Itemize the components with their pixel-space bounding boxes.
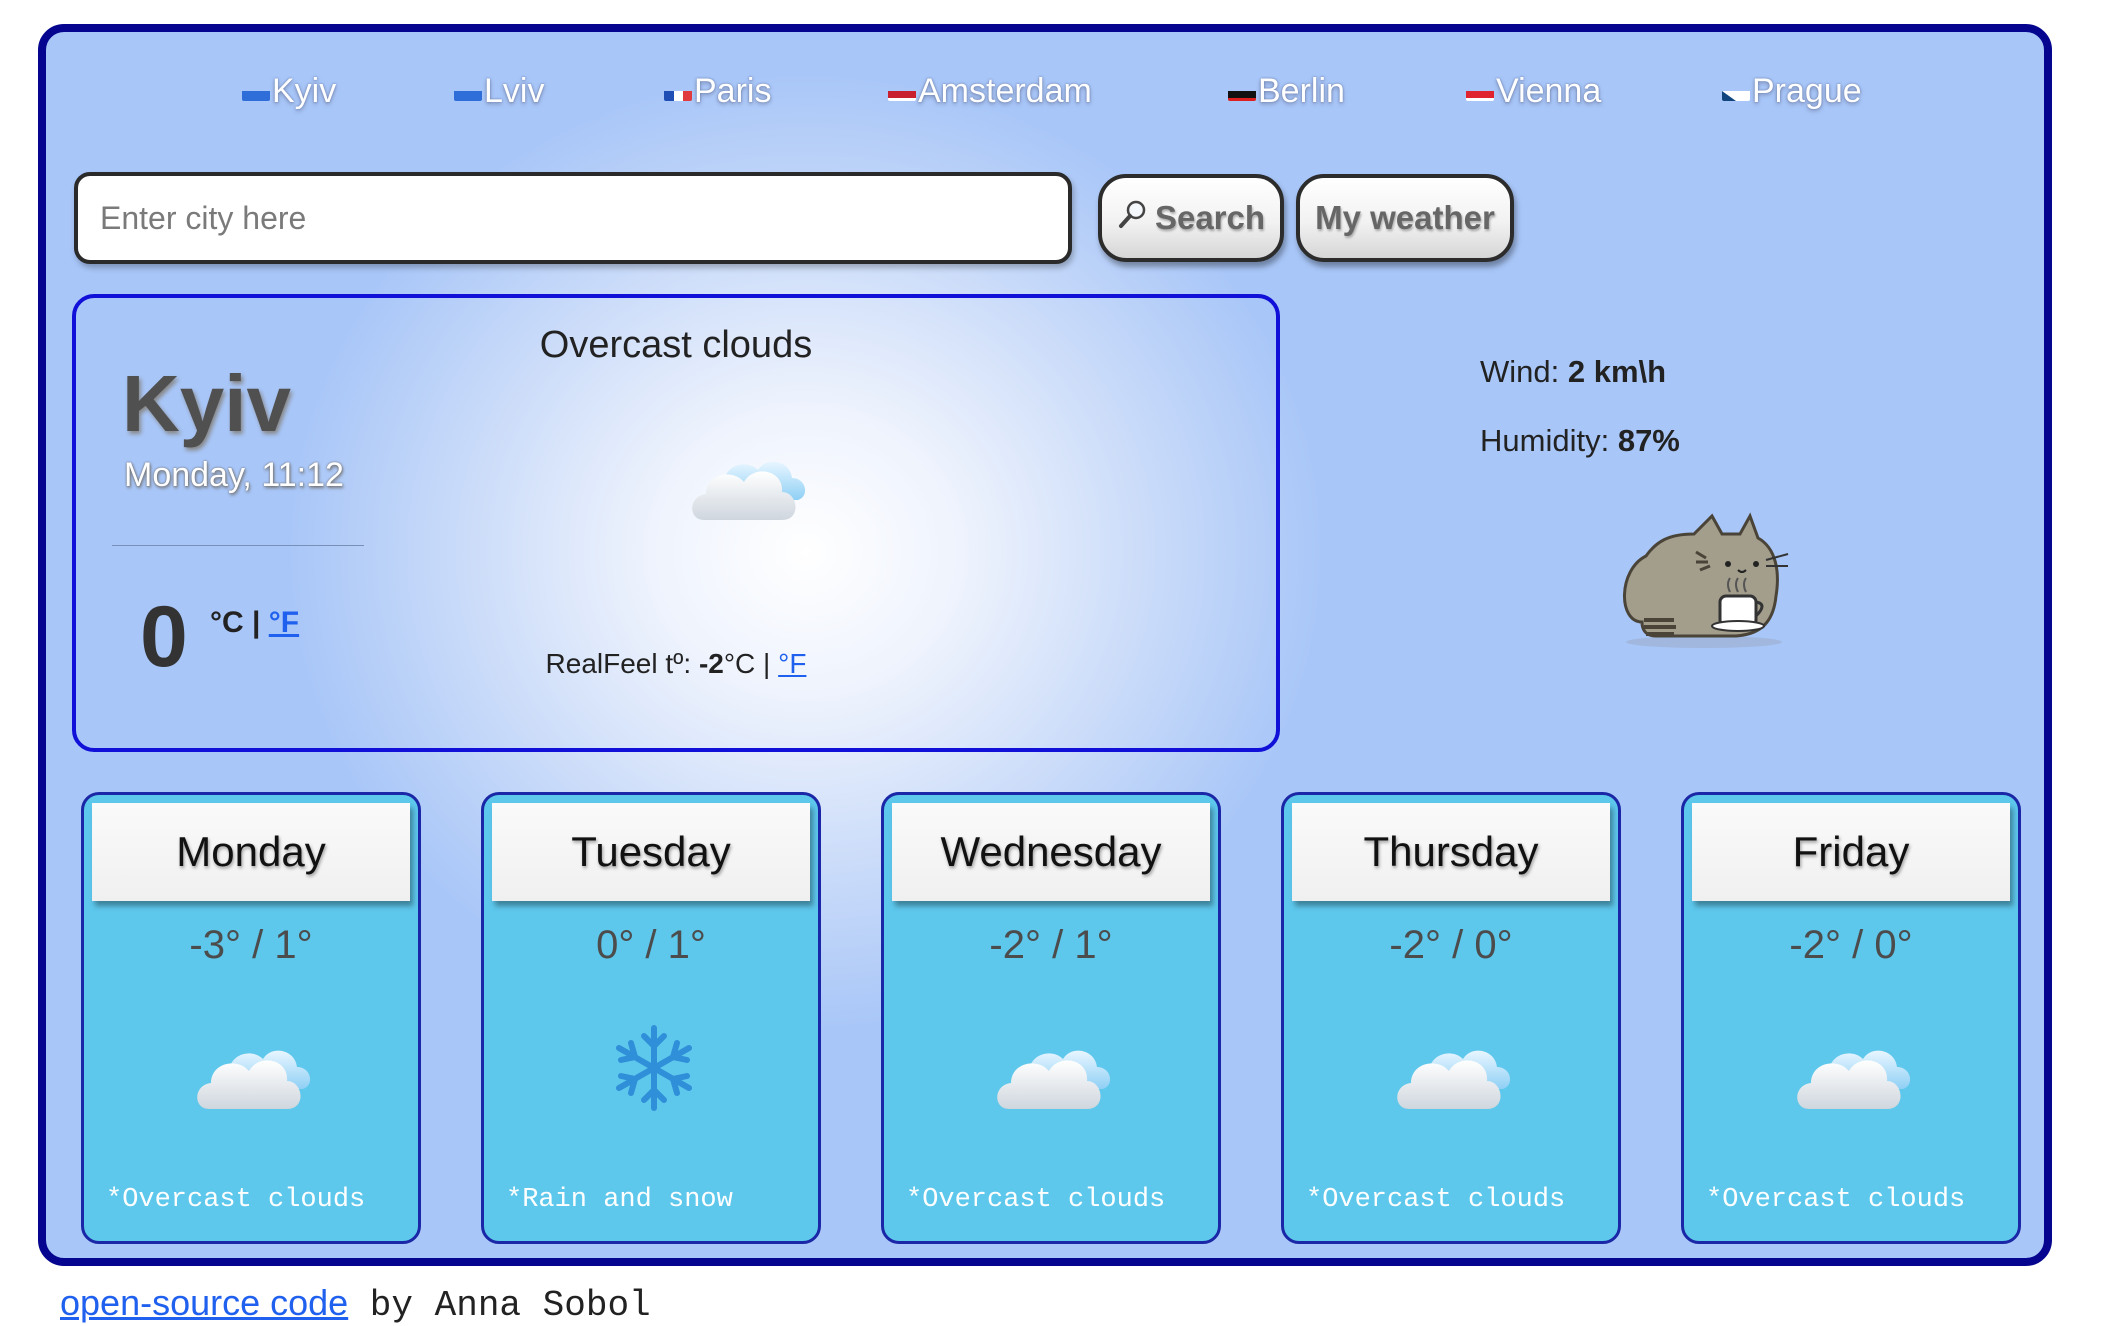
forecast-description: *Overcast clouds <box>1306 1185 1566 1215</box>
source-code-link[interactable]: open-source code <box>60 1282 348 1323</box>
forecast-temps: 0° / 1° <box>596 923 706 967</box>
forecast-day-name: Wednesday <box>892 803 1210 901</box>
search-button[interactable]: Search <box>1098 174 1284 262</box>
current-description: Overcast clouds <box>539 324 813 366</box>
realfeel-label: RealFeel tº: <box>545 648 692 679</box>
forecast-day-name: Monday <box>92 803 410 901</box>
city-search-input[interactable] <box>74 172 1072 264</box>
cloud-icon <box>989 1027 1119 1122</box>
cloud-icon <box>189 1027 319 1122</box>
forecast-card-friday: Friday -2° / 0° *Overcast clouds <box>1681 792 2021 1244</box>
forecast-card-thursday: Thursday -2° / 0° *Overcast clouds <box>1281 792 1621 1244</box>
wind-info: Wind: 2 km\h <box>1480 354 1667 389</box>
cloud-icon <box>684 438 814 533</box>
city-link-vienna[interactable]: Vienna <box>1466 72 1601 111</box>
unit-switcher: °C | °F <box>210 606 299 640</box>
snowflake-icon <box>609 1023 699 1118</box>
weather-app: Kyiv Lviv Paris Amsterdam Berlin Vienna … <box>38 24 2052 1266</box>
my-weather-button[interactable]: My weather <box>1296 174 1514 262</box>
unit-separator: | <box>252 606 261 639</box>
realfeel-fahrenheit-link[interactable]: °F <box>778 648 806 679</box>
realfeel: RealFeel tº: -2°C | °F <box>76 648 1276 680</box>
germany-flag-icon <box>1228 81 1256 101</box>
current-city-name: Kyiv <box>122 359 291 448</box>
forecast-temps: -3° / 1° <box>189 923 313 967</box>
humidity-info: Humidity: 87% <box>1480 423 1680 458</box>
czech-flag-icon <box>1722 81 1750 101</box>
city-link-berlin[interactable]: Berlin <box>1228 72 1345 111</box>
realfeel-value: -2 <box>698 648 724 679</box>
austria-flag-icon <box>1466 81 1494 101</box>
city-link-amsterdam[interactable]: Amsterdam <box>888 72 1092 111</box>
forecast-temps: -2° / 0° <box>1789 923 1913 967</box>
forecast-description: *Rain and snow <box>506 1185 733 1215</box>
current-datetime: Monday, 11:12 <box>124 456 344 494</box>
forecast-description: *Overcast clouds <box>906 1185 1166 1215</box>
city-link-lviv[interactable]: Lviv <box>454 72 544 111</box>
magnifier-icon <box>1117 198 1149 238</box>
fahrenheit-link[interactable]: °F <box>269 606 299 639</box>
current-weather-card: Kyiv Monday, 11:12 0 °C | °F Overcast cl… <box>72 294 1280 752</box>
city-link-kyiv[interactable]: Kyiv <box>242 72 336 111</box>
ukraine-flag-icon <box>242 81 270 101</box>
divider <box>112 545 364 546</box>
forecast-description: *Overcast clouds <box>1706 1185 1966 1215</box>
forecast-day-name: Friday <box>1692 803 2010 901</box>
forecast-temps: -2° / 0° <box>1389 923 1513 967</box>
cloud-icon <box>1389 1027 1519 1122</box>
celsius-unit: °C <box>210 606 244 639</box>
realfeel-unit-c: °C | <box>723 648 771 679</box>
forecast-card-wednesday: Wednesday -2° / 1° *Overcast clouds <box>881 792 1221 1244</box>
forecast-description: *Overcast clouds <box>106 1185 366 1215</box>
cloud-icon <box>1789 1027 1919 1122</box>
author-credit: by Anna Sobol <box>348 1285 651 1326</box>
city-links: Kyiv Lviv Paris Amsterdam Berlin Vienna … <box>46 72 2044 132</box>
netherlands-flag-icon <box>888 81 916 101</box>
pusheen-cat-coffee-icon <box>1616 512 1796 657</box>
ukraine-flag-icon <box>454 81 482 101</box>
forecast-card-tuesday: Tuesday 0° / 1° *Rain and snow <box>481 792 821 1244</box>
forecast-temps: -2° / 1° <box>989 923 1113 967</box>
city-link-prague[interactable]: Prague <box>1722 72 1862 111</box>
forecast-card-monday: Monday -3° / 1° *Overcast clouds <box>81 792 421 1244</box>
france-flag-icon <box>664 81 692 101</box>
forecast-day-name: Tuesday <box>492 803 810 901</box>
city-link-paris[interactable]: Paris <box>664 72 771 111</box>
footer: open-source code by Anna Sobol <box>60 1282 651 1326</box>
forecast-day-name: Thursday <box>1292 803 1610 901</box>
